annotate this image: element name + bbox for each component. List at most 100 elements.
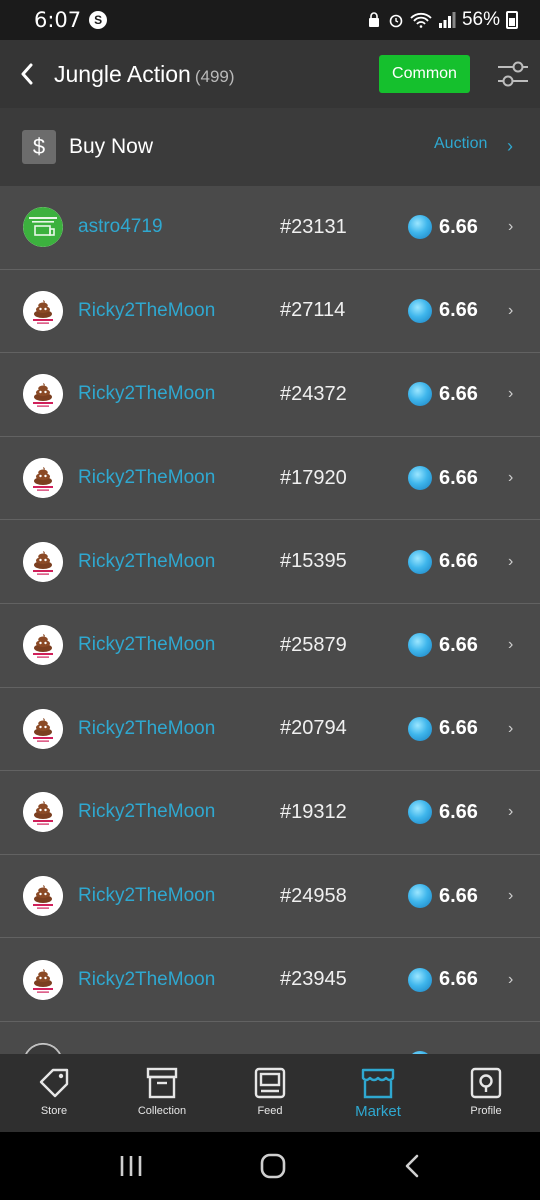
chevron-right-icon[interactable]: ›: [508, 720, 513, 738]
nav-feed[interactable]: Feed: [216, 1054, 324, 1132]
system-back-icon[interactable]: [402, 1153, 422, 1179]
seller-username[interactable]: Ricky2TheMoon: [78, 634, 215, 656]
filter-sliders-icon[interactable]: [496, 58, 530, 90]
alarm-icon: [389, 14, 403, 28]
seller-username[interactable]: Ricky2TheMoon: [78, 300, 215, 322]
listing-list: astro4719 #23131 6.66 › Ricky2TheMoon #27114 6…: [0, 186, 540, 1106]
nav-store-label: Store: [40, 1105, 68, 1117]
profile-icon: [470, 1067, 502, 1099]
listing-price: 6.66: [439, 550, 478, 573]
listing-price: 6.66: [439, 299, 478, 322]
listing-price: 6.66: [439, 968, 478, 991]
seller-username[interactable]: astro4719: [78, 216, 163, 238]
nav-market[interactable]: Market: [324, 1054, 432, 1132]
coin-icon: [408, 800, 432, 825]
listing-row[interactable]: Ricky2TheMoon #25879 6.66 ›: [0, 603, 540, 688]
poop-avatar-icon: [23, 792, 63, 833]
sale-mode-bar: $ Buy Now Auction ›: [0, 108, 540, 186]
listing-row[interactable]: Ricky2TheMoon #17920 6.66 ›: [0, 436, 540, 521]
listing-row[interactable]: Ricky2TheMoon #15395 6.66 ›: [0, 520, 540, 604]
feed-icon: [254, 1067, 286, 1099]
listing-row[interactable]: Ricky2TheMoon #24372 6.66 ›: [0, 353, 540, 437]
lock-icon: [368, 12, 379, 27]
seller-username[interactable]: Ricky2TheMoon: [78, 467, 215, 489]
chevron-right-icon[interactable]: ›: [508, 971, 513, 989]
listing-row[interactable]: Ricky2TheMoon #23945 6.66 ›: [0, 938, 540, 1022]
seller-username[interactable]: Ricky2TheMoon: [78, 551, 215, 573]
chevron-right-icon[interactable]: ›: [508, 218, 513, 236]
listing-price: 6.66: [439, 800, 478, 823]
rarity-filter-button[interactable]: Common: [379, 55, 470, 93]
poop-avatar-icon: [23, 959, 63, 1000]
nav-collection[interactable]: Collection: [108, 1054, 216, 1132]
status-time: 6:07: [34, 8, 82, 32]
seller-username[interactable]: Ricky2TheMoon: [78, 801, 215, 823]
poop-avatar-icon: [23, 625, 63, 666]
seller-username[interactable]: Ricky2TheMoon: [78, 885, 215, 907]
coin-icon: [408, 884, 432, 909]
bottom-navigation: Store Collection Feed Market Profile: [0, 1054, 540, 1132]
buy-now-label: Buy Now: [69, 135, 154, 158]
back-button[interactable]: [0, 40, 54, 108]
coin-icon: [408, 716, 432, 741]
serial-number: #24372: [280, 382, 347, 405]
set-name: Jungle Action: [54, 60, 191, 87]
serial-number: #27114: [280, 299, 346, 322]
serial-number: #25879: [280, 633, 347, 656]
shazam-icon: S: [89, 11, 108, 29]
recent-apps-icon[interactable]: [118, 1154, 144, 1178]
poop-avatar-icon: [23, 374, 63, 415]
battery-icon: [506, 11, 518, 29]
serial-number: #15395: [280, 550, 347, 573]
nav-profile[interactable]: Profile: [432, 1054, 540, 1132]
archive-box-icon: [146, 1067, 178, 1099]
nav-store[interactable]: Store: [0, 1054, 108, 1132]
poop-avatar-icon: [23, 541, 63, 582]
chevron-right-icon[interactable]: ›: [508, 553, 513, 571]
signal-icon: [438, 12, 456, 28]
home-icon[interactable]: [259, 1152, 287, 1180]
chevron-right-icon[interactable]: ›: [508, 469, 513, 487]
chevron-right-icon[interactable]: ›: [508, 385, 513, 403]
listing-row[interactable]: Ricky2TheMoon #20794 6.66 ›: [0, 687, 540, 772]
poop-avatar-icon: [23, 876, 63, 917]
chevron-right-icon[interactable]: ›: [508, 803, 513, 821]
chevron-right-icon[interactable]: ›: [508, 636, 513, 654]
status-bar: 6:07 S 56%: [0, 0, 540, 40]
coin-icon: [408, 466, 432, 491]
poop-avatar-icon: [23, 290, 63, 331]
coin-icon: [408, 967, 432, 992]
nav-market-label: Market: [355, 1103, 401, 1120]
page-title: Jungle Action (499): [54, 61, 235, 88]
listing-row[interactable]: Ricky2TheMoon #27114 6.66 ›: [0, 269, 540, 354]
tag-icon: [39, 1068, 69, 1098]
top-app-bar: Jungle Action (499) Common: [0, 40, 540, 108]
listing-row[interactable]: Ricky2TheMoon #24958 6.66 ›: [0, 854, 540, 939]
poop-avatar-icon: [23, 708, 63, 749]
listing-row[interactable]: Ricky2TheMoon #19312 6.66 ›: [0, 771, 540, 855]
serial-number: #17920: [280, 466, 347, 489]
coin-icon: [408, 549, 432, 574]
listing-price: 6.66: [439, 466, 478, 489]
seller-username[interactable]: Ricky2TheMoon: [78, 383, 215, 405]
poop-avatar-icon: [23, 458, 63, 499]
system-navigation-bar: [0, 1132, 540, 1200]
nav-profile-label: Profile: [470, 1105, 502, 1117]
nav-collection-label: Collection: [137, 1105, 187, 1117]
auction-chevron-icon[interactable]: ›: [507, 136, 513, 157]
serial-number: #24958: [280, 884, 347, 907]
listing-price: 6.66: [439, 633, 478, 656]
coin-icon: [408, 633, 432, 658]
seller-username[interactable]: Ricky2TheMoon: [78, 718, 215, 740]
chevron-right-icon[interactable]: ›: [508, 887, 513, 905]
listing-count: (499): [194, 66, 235, 86]
serial-number: #23945: [280, 968, 347, 991]
auction-link[interactable]: Auction: [434, 135, 487, 153]
listing-price: 6.66: [439, 382, 478, 405]
wifi-icon: [410, 12, 432, 28]
seller-username[interactable]: Ricky2TheMoon: [78, 969, 215, 991]
coin-icon: [408, 298, 432, 323]
listing-row[interactable]: astro4719 #23131 6.66 ›: [0, 186, 540, 270]
listing-price: 6.66: [439, 717, 478, 740]
chevron-right-icon[interactable]: ›: [508, 302, 513, 320]
